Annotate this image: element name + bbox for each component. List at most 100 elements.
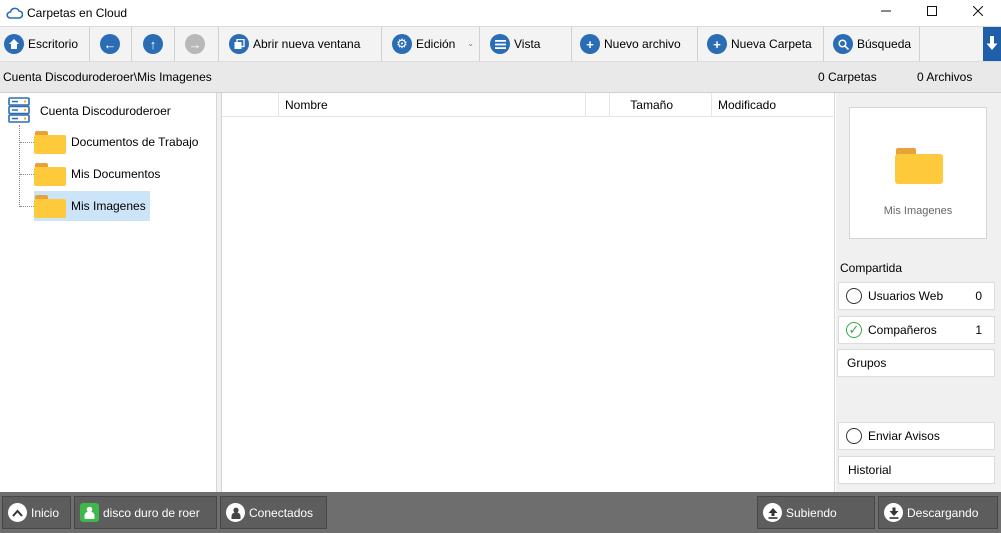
desktop-button[interactable]: Escritorio <box>0 27 90 61</box>
send-notices-label: Enviar Avisos <box>868 429 940 443</box>
folder-icon <box>895 148 943 184</box>
view-label: Vista <box>514 37 541 51</box>
search-icon <box>833 34 853 54</box>
download-icon <box>884 503 903 522</box>
window-title: Carpetas en Cloud <box>27 6 128 20</box>
minimize-button[interactable] <box>863 0 909 22</box>
gear-icon: ⚙ <box>392 34 412 54</box>
history-item[interactable]: Historial <box>838 456 995 484</box>
up-button[interactable]: ↑ <box>132 27 175 61</box>
window-icon <box>229 34 249 54</box>
tree-item-row: Documentos de Trabajo <box>34 127 202 157</box>
arrow-up-icon: ↑ <box>143 34 163 54</box>
edit-menu-button[interactable]: ⚙ Edición ⌄ <box>382 27 480 61</box>
tree-connector <box>20 173 34 175</box>
arrow-left-icon: ← <box>100 34 120 54</box>
arrow-right-icon: → <box>185 34 205 54</box>
file-list[interactable]: Nombre Tamaño Modificado <box>222 93 835 492</box>
new-window-button[interactable]: Abrir nueva ventana <box>219 27 382 61</box>
current-path: Cuenta Discoduroderoer\Mis Imagenes <box>3 70 212 84</box>
search-label: Búsqueda <box>857 37 912 51</box>
downloading-status-button[interactable]: Descargando <box>878 496 998 529</box>
home-status-button[interactable]: Inicio <box>2 496 71 529</box>
web-users-item[interactable]: Usuarios Web 0 <box>838 282 995 310</box>
tree-root-label: Cuenta Discoduroderoer <box>40 104 171 118</box>
forward-button[interactable]: → <box>175 27 219 61</box>
plus-icon: + <box>580 34 600 54</box>
connected-status-label: Conectados <box>249 505 314 520</box>
new-file-button[interactable]: + Nuevo archivo <box>572 27 698 61</box>
drive-status-label: disco duro de roer <box>103 505 200 520</box>
tree-root-account[interactable]: Cuenta Discoduroderoer <box>8 96 171 125</box>
path-bar: Cuenta Discoduroderoer\Mis Imagenes 0 Ca… <box>0 62 1001 93</box>
home-status-label: Inicio <box>31 505 60 520</box>
folders-count: 0 Carpetas <box>818 70 877 84</box>
edit-label: Edición <box>416 37 456 51</box>
partners-label: Compañeros <box>868 323 937 337</box>
folder-icon <box>34 130 66 154</box>
tree-connector <box>20 205 34 207</box>
back-button[interactable]: ← <box>90 27 132 61</box>
arrow-down-icon <box>986 35 998 54</box>
new-window-label: Abrir nueva ventana <box>253 37 361 51</box>
tree-item-documentos-de-trabajo[interactable]: Documentos de Trabajo <box>20 127 202 157</box>
radio-icon <box>846 428 862 444</box>
status-bar: Inicio disco duro de roer Conectados Sub… <box>0 492 1001 533</box>
groups-label: Grupos <box>847 356 887 370</box>
view-button[interactable]: Vista <box>480 27 572 61</box>
folder-preview: Mis Imagenes <box>849 107 987 239</box>
tree-item-label: Documentos de Trabajo <box>71 135 199 149</box>
files-count: 0 Archivos <box>917 70 973 84</box>
drive-status-button[interactable]: disco duro de roer <box>74 496 217 529</box>
plus-icon: + <box>707 34 727 54</box>
history-label: Historial <box>848 463 892 477</box>
desktop-label: Escritorio <box>28 37 79 51</box>
tree-item-label: Mis Documentos <box>71 167 161 181</box>
groups-item[interactable]: Grupos <box>837 349 995 377</box>
preview-caption: Mis Imagenes <box>883 205 953 217</box>
window-controls <box>863 0 1001 22</box>
tree-item-mis-documentos[interactable]: Mis Documentos <box>20 159 164 189</box>
web-users-count: 0 <box>975 289 982 303</box>
tree-item-mis-imagenes[interactable]: Mis Imagenes <box>20 191 150 221</box>
check-circle-icon: ✓ <box>846 322 862 338</box>
tree-item-label: Mis Imagenes <box>71 199 146 213</box>
tree-connector <box>20 141 34 143</box>
toolbar: Escritorio ← ↑ → Abrir nueva ventana ⚙ E… <box>0 26 1001 62</box>
column-header-modified[interactable]: Modificado <box>712 93 835 117</box>
close-button[interactable] <box>955 0 1001 22</box>
user-icon <box>80 503 99 522</box>
uploading-status-button[interactable]: Subiendo <box>757 496 875 529</box>
radio-icon <box>846 288 862 304</box>
cloud-icon <box>5 6 23 20</box>
column-header-name[interactable]: Nombre <box>279 93 586 117</box>
search-button[interactable]: Búsqueda <box>824 27 920 61</box>
details-panel: Mis Imagenes Compartida Usuarios Web 0 ✓… <box>836 93 1001 492</box>
chevron-up-icon <box>8 503 27 522</box>
home-icon <box>4 34 24 54</box>
toolbar-expand-button[interactable] <box>983 27 1001 61</box>
shared-section-title: Compartida <box>840 261 903 275</box>
send-notices-item[interactable]: Enviar Avisos <box>838 422 995 450</box>
upload-icon <box>763 503 782 522</box>
new-folder-label: Nueva Carpeta <box>731 37 812 51</box>
new-file-label: Nuevo archivo <box>604 37 681 51</box>
column-header-size[interactable]: Tamaño <box>610 93 712 117</box>
new-folder-button[interactable]: + Nueva Carpeta <box>698 27 824 61</box>
user-icon <box>226 503 245 522</box>
column-header-icon[interactable] <box>222 93 279 117</box>
tree-item-row-selected: Mis Imagenes <box>34 191 150 221</box>
column-header-type[interactable] <box>586 93 610 117</box>
maximize-button[interactable] <box>909 0 955 22</box>
uploading-status-label: Subiendo <box>786 505 837 520</box>
connected-status-button[interactable]: Conectados <box>220 496 327 529</box>
chevron-down-icon: ⌄ <box>467 39 474 48</box>
partners-count: 1 <box>975 323 982 337</box>
title-bar: Carpetas en Cloud <box>0 0 1001 26</box>
list-icon <box>490 34 510 54</box>
partners-item[interactable]: ✓ Compañeros 1 <box>838 316 995 344</box>
folder-icon <box>34 194 66 218</box>
folder-tree: Cuenta Discoduroderoer Documentos de Tra… <box>0 93 217 492</box>
tree-item-row: Mis Documentos <box>34 159 164 189</box>
folder-icon <box>34 162 66 186</box>
